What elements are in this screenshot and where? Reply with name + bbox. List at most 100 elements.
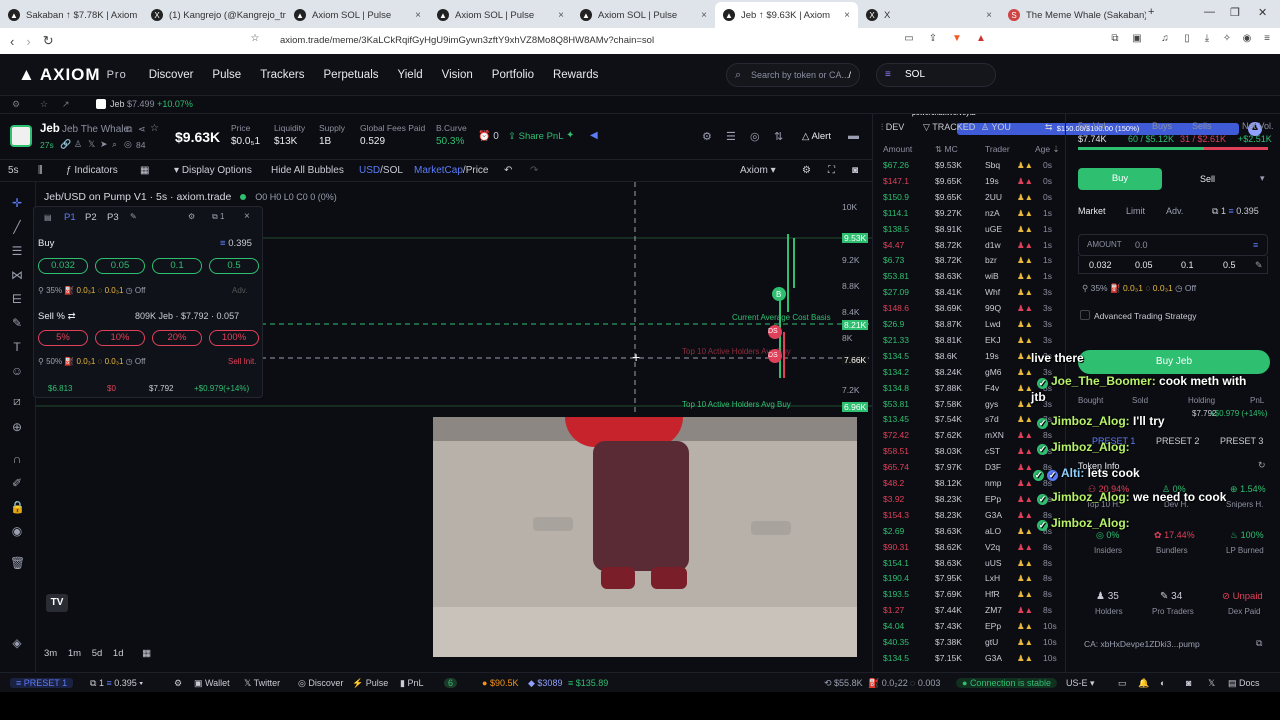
mcap-price-toggle[interactable]: MarketCap/Price	[414, 165, 488, 176]
star-icon[interactable]: ☆	[40, 99, 48, 110]
gear-icon[interactable]: ⚙	[802, 165, 811, 176]
buy-tab[interactable]: Buy	[1078, 168, 1162, 190]
order-type-adv[interactable]: Adv.	[1166, 206, 1183, 216]
source-select[interactable]: Axiom ▾	[740, 165, 776, 176]
watchlist-item[interactable]: Jeb $7.499 +10.07%	[110, 99, 193, 109]
buy-settings[interactable]: ⚲ 35% ⛽ 0.0₃1 ◌ 0.0₃1 ◷ Off	[38, 286, 145, 295]
trade-row[interactable]: $40.35 $7.38K gtU 10s ♟▲	[873, 637, 1067, 649]
logo[interactable]: ▲ AXIOM Pro	[18, 65, 127, 85]
hline-icon[interactable]: ☰	[10, 244, 24, 258]
close-icon[interactable]: ×	[415, 10, 421, 21]
maximize-icon[interactable]: ❐	[1230, 6, 1240, 19]
panel-icon[interactable]: ▤	[44, 213, 52, 222]
extension-icon[interactable]: ⧉	[1108, 33, 1122, 47]
wallet-selector[interactable]: ⧉ 1 ≡ 0.395 ▾	[90, 678, 143, 689]
gear-icon[interactable]: ⚙	[702, 130, 712, 143]
star-icon[interactable]: ☆	[150, 123, 159, 134]
trade-row[interactable]: $190.4 $7.95K LxH 8s ♟▲	[873, 573, 1067, 585]
minimize-icon[interactable]: —	[1204, 6, 1215, 18]
trade-row[interactable]: $21.33 $8.81K EKJ 3s ♟▲	[873, 335, 1067, 347]
search-input[interactable]: ⌕ Search by token or CA... /	[726, 63, 860, 87]
preset-selector[interactable]: ≡ PRESET 1	[10, 678, 74, 688]
wallet-count[interactable]: ⧉ 1	[212, 212, 224, 222]
quick-amount-button[interactable]: 0.1	[1181, 260, 1194, 270]
close-icon[interactable]: ×	[986, 10, 992, 21]
share-icon[interactable]: ⋖	[138, 124, 146, 135]
trade-row[interactable]: $90.31 $8.62K V2q 8s ♟▲	[873, 542, 1067, 554]
trade-row[interactable]: $134.5 $7.15K G3A 10s ♟▲	[873, 653, 1067, 665]
fullscreen-icon[interactable]: ⛶	[828, 165, 835, 176]
window-close-icon[interactable]: ✕	[1258, 6, 1267, 19]
trade-row[interactable]: $4.04 $7.43K EPp 10s ♟▲	[873, 621, 1067, 633]
preset-p3[interactable]: P3	[107, 212, 119, 223]
gear-icon[interactable]: ⚙	[12, 99, 20, 110]
contract-address[interactable]: CA: xbHxDevpe1ZDki3...pump	[1084, 639, 1200, 649]
redo-icon[interactable]: ↷	[530, 165, 538, 176]
trade-row[interactable]: $138.5 $8.91K uGE 1s ♟▲	[873, 224, 1067, 236]
col-trader[interactable]: Trader	[985, 144, 1010, 154]
browser-tab-active[interactable]: ▲ Jeb ↑ $9.63K | Axiom ×	[715, 2, 858, 28]
browser-tab[interactable]: SThe Meme Whale (Sakaban) - ×	[1000, 2, 1146, 28]
footer-pulse[interactable]: ⚡ Pulse	[352, 678, 388, 689]
filter-you[interactable]: ♙ YOU	[981, 122, 1011, 133]
rewards-icon[interactable]: ▲	[974, 33, 988, 47]
sell-amount-button[interactable]: 10%	[95, 330, 145, 346]
nav-rewards[interactable]: Rewards	[553, 69, 598, 81]
browser-tab[interactable]: X(1) Kangrejo (@Kangrejo_trab×	[143, 2, 286, 28]
download-icon[interactable]: ⤓	[1200, 33, 1214, 47]
trash-icon[interactable]: 🗑	[10, 556, 25, 570]
preset-p1[interactable]: P1	[64, 212, 76, 223]
trade-row[interactable]: $147.1 $9.65K 19s 0s ♟▲	[873, 176, 1067, 188]
sell-amount-button[interactable]: 5%	[38, 330, 88, 346]
nav-pulse[interactable]: Pulse	[212, 69, 241, 81]
layers-icon[interactable]: ◈	[10, 636, 24, 650]
lock-icon[interactable]: 🔒	[10, 500, 25, 514]
filter-dev[interactable]: ⫶ DEV	[881, 122, 904, 133]
search-icon[interactable]: ⌕	[112, 139, 117, 150]
edit-icon[interactable]: ✎	[130, 212, 137, 221]
palette-icon[interactable]: ◐	[1160, 678, 1165, 688]
media-icon[interactable]: ♫	[1158, 33, 1172, 47]
trade-row[interactable]: $148.6 $8.69K 99Q 3s ♟▲	[873, 303, 1067, 315]
magnet-icon[interactable]: ∩	[10, 452, 24, 466]
tradingview-logo[interactable]: TV	[46, 594, 68, 612]
timeframe-5d[interactable]: 5d	[92, 648, 103, 659]
nav-trackers[interactable]: Trackers	[260, 69, 304, 81]
candle-type-icon[interactable]: ⫼	[38, 165, 43, 176]
browser-tab[interactable]: X X ×	[858, 2, 1000, 28]
trade-row[interactable]: $114.1 $9.27K nzA 1s ♟▲	[873, 208, 1067, 220]
nav-portfolio[interactable]: Portfolio	[492, 69, 534, 81]
docs-link[interactable]: ▤ Docs	[1228, 678, 1260, 689]
indicators-button[interactable]: ƒ Indicators	[66, 165, 118, 176]
timeframe-1d[interactable]: 1d	[113, 648, 124, 659]
external-link-icon[interactable]: ⧉	[1256, 638, 1262, 649]
layout-icon[interactable]: ▭	[1118, 678, 1127, 689]
chart-icon[interactable]: ↗	[62, 99, 70, 110]
footer-twitter[interactable]: 𝕏 Twitter	[244, 678, 280, 689]
trade-settings[interactable]: ⚲ 35% ⛽ 0.0₃1 ◌ 0.0₃1 ◷ Off	[1082, 283, 1196, 294]
pencil-lock-icon[interactable]: ✐	[10, 476, 24, 490]
order-type-limit[interactable]: Limit	[1126, 206, 1145, 216]
close-icon[interactable]: ×	[701, 10, 707, 21]
bookmark-icon[interactable]: ☆	[248, 33, 262, 47]
browser-tab[interactable]: ▲Sakaban ↑ $7.78K | Axiom×	[0, 2, 143, 28]
buy-amount-button[interactable]: 0.05	[95, 258, 145, 274]
trade-row[interactable]: $193.5 $7.69K HfR 8s ♟▲	[873, 589, 1067, 601]
chain-selector[interactable]: ≡ SOL	[876, 63, 996, 87]
eye-icon[interactable]: ◉	[10, 524, 24, 538]
sell-amount-button[interactable]: 100%	[209, 330, 259, 346]
trade-row[interactable]: $1.27 $7.44K ZM7 8s ♟▲	[873, 605, 1067, 617]
timeframe-1m[interactable]: 1m	[68, 648, 81, 659]
close-icon[interactable]: ×	[558, 10, 564, 21]
gear-icon[interactable]: ⚙	[188, 212, 195, 221]
sell-init-button[interactable]: Sell Init.	[228, 357, 256, 366]
quick-amount-button[interactable]: 0.032	[1089, 260, 1112, 270]
emoji-icon[interactable]: ☺	[10, 364, 24, 378]
pin-icon[interactable]: ✦	[566, 130, 574, 141]
buy-amount-button[interactable]: 0.5	[209, 258, 259, 274]
pattern-icon[interactable]: ⋈	[10, 268, 24, 282]
leo-icon[interactable]: ✧	[1220, 33, 1234, 47]
currency-toggle[interactable]: USD/SOL	[359, 165, 403, 176]
trade-row[interactable]: $150.9 $9.65K 2UU 0s ♟▲	[873, 192, 1067, 204]
chevron-down-icon[interactable]: ▾	[1260, 173, 1265, 184]
